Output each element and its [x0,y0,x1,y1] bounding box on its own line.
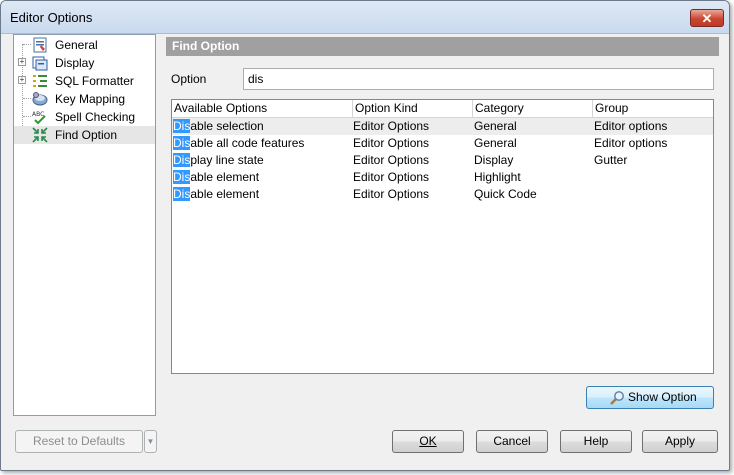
option-kind-cell: Editor Options [353,136,430,150]
general-icon [32,37,48,53]
option-search-input[interactable] [243,68,714,90]
option-name-rest: able element [190,187,260,201]
option-label: Option [171,72,207,86]
tree-item-label: Find Option [55,128,118,142]
column-header-option-kind[interactable]: Option Kind [353,100,473,117]
option-name-cell: Disable element [173,186,259,203]
options-tree[interactable]: General + Display + SQL Formatter Key Ma… [13,34,156,416]
ok-button[interactable]: OK [392,430,464,453]
help-button[interactable]: Help [560,430,632,453]
table-row[interactable]: Disable all code features Editor Options… [172,135,713,152]
tree-item-general[interactable]: General [14,36,155,54]
tree-item-key-mapping[interactable]: Key Mapping [14,90,155,108]
group-cell: Editor options [594,136,668,150]
key-mapping-icon [32,91,48,107]
tree-item-label: SQL Formatter [55,74,134,88]
option-name-rest: play line state [190,153,264,167]
group-cell: Gutter [594,153,628,167]
apply-label: Apply [664,434,696,448]
column-header-available-options[interactable]: Available Options [172,100,353,117]
search-icon [609,390,625,406]
cancel-label: Cancel [493,434,531,448]
group-cell: Editor options [594,119,668,133]
option-kind-cell: Editor Options [353,153,430,167]
option-kind-cell: Editor Options [353,119,430,133]
category-cell: Quick Code [474,187,537,201]
category-cell: General [474,136,517,150]
help-label: Help [583,434,609,448]
option-name-cell: Disable selection [173,118,264,135]
cancel-button[interactable]: Cancel [476,430,548,453]
expand-icon[interactable]: + [18,58,26,66]
show-option-button[interactable]: Show Option [586,386,714,409]
table-row[interactable]: Disable selection Editor Options General… [172,118,713,135]
category-cell: General [474,119,517,133]
option-name-cell: Display line state [173,152,264,169]
find-option-icon [32,127,48,143]
match-highlight: Dis [173,119,191,133]
option-name-rest: able all code features [190,136,305,150]
option-kind-cell: Editor Options [353,187,430,201]
category-cell: Highlight [474,170,521,184]
chevron-down-icon: ▼ [146,437,155,446]
column-header-group[interactable]: Group [593,100,713,117]
section-header: Find Option [166,37,719,56]
tree-item-sql-formatter[interactable]: + SQL Formatter [14,72,155,90]
table-row[interactable]: Disable element Editor Options Highlight [172,169,713,186]
expand-icon[interactable]: + [18,76,26,84]
tree-item-spell-checking[interactable]: ABC Spell Checking [14,108,155,126]
spell-checking-icon: ABC [32,109,48,125]
tree-item-label: Display [55,56,95,70]
grid-header: Available Options Option Kind Category G… [172,100,713,118]
show-option-label: Show Option [628,390,697,404]
option-name-cell: Disable all code features [173,135,304,152]
editor-options-window: Editor Options ✕ General + Display + SQL… [0,0,730,471]
tree-item-find-option[interactable]: Find Option [14,126,155,144]
reset-to-defaults-button[interactable]: Reset to Defaults [15,430,143,453]
close-button[interactable]: ✕ [690,9,724,27]
match-highlight: Dis [173,136,191,150]
category-cell: Display [474,153,514,167]
match-highlight: Dis [173,153,191,167]
option-name-rest: able element [190,170,260,184]
title-bar[interactable]: Editor Options ✕ [1,1,729,34]
option-name-rest: able selection [190,119,264,133]
reset-dropdown-button[interactable]: ▼ [144,430,157,453]
table-row[interactable]: Display line state Editor Options Displa… [172,152,713,169]
column-header-category[interactable]: Category [473,100,593,117]
option-name-cell: Disable element [173,169,259,186]
window-title: Editor Options [10,10,93,25]
display-icon [32,55,48,71]
apply-button[interactable]: Apply [642,430,718,453]
tree-item-label: Spell Checking [55,110,136,124]
table-row[interactable]: Disable element Editor Options Quick Cod… [172,186,713,203]
options-grid[interactable]: Available Options Option Kind Category G… [171,99,714,374]
tree-item-display[interactable]: + Display [14,54,155,72]
tree-item-label: Key Mapping [55,92,126,106]
svg-text:ABC: ABC [32,111,44,118]
option-kind-cell: Editor Options [353,170,430,184]
sql-formatter-icon [32,73,48,89]
match-highlight: Dis [173,170,191,184]
tree-item-label: General [55,38,98,52]
ok-label: OK [419,434,437,448]
match-highlight: Dis [173,187,191,201]
